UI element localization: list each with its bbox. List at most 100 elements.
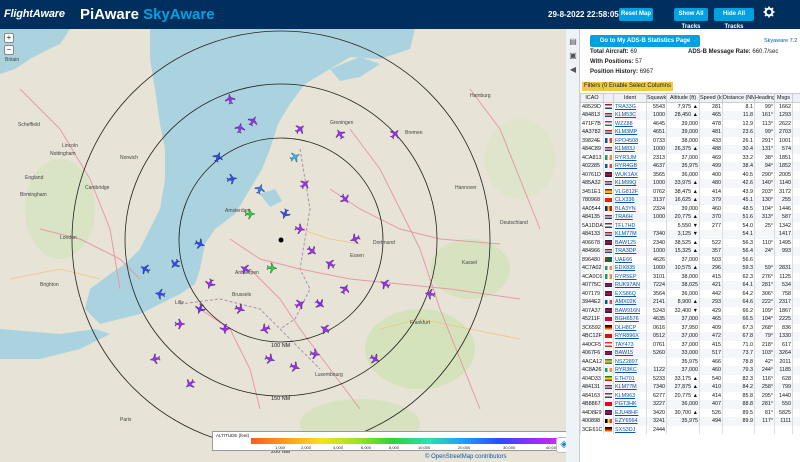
sidebar-toolbar: ▤ ▣ ◀ <box>566 29 580 462</box>
aircraft-row[interactable]: 4A3782 KLM3MP 4651 39,000 481 23.6 99° 2703 <box>580 128 800 137</box>
fullscreen-icon[interactable]: ▣ <box>568 51 578 61</box>
column-header[interactable]: ICAO <box>580 93 604 103</box>
table-cell: 400 <box>699 170 723 179</box>
aircraft-row[interactable]: 4CA813 RYR3JM 2313 37,000 469 33.2 38° 1851 <box>580 153 800 162</box>
table-cell-overflow <box>792 179 800 188</box>
select-columns-tab[interactable]: Select Columns <box>627 82 674 91</box>
aircraft-row[interactable]: 440CF5 TAY473 0761 37,000 415 71.0 218° 617 <box>580 340 800 349</box>
version-link[interactable]: Skyaware 7.2 <box>764 38 797 44</box>
show-all-tracks-button[interactable]: Show All Tracks <box>674 8 708 30</box>
table-cell: 3227 <box>646 400 667 409</box>
aircraft-row[interactable]: 407179 EXS86Q 3564 36,000 442 64.2 306° 758 <box>580 289 800 298</box>
table-cell: 35,975 <box>666 417 700 426</box>
attribution-link[interactable]: © OpenStreetMap contributors <box>425 454 506 460</box>
aircraft-row[interactable]: 3451E1 VLG812F 0762 38,475 ▲ 414 43.9 203° 3172 <box>580 187 800 196</box>
flag-icon <box>605 104 612 109</box>
aircraft-row[interactable]: 484C89 KLM83J 1000 26,375 ▲ 488 30.4 131° 574 <box>580 145 800 154</box>
aircraft-row[interactable]: 4C8A26 RYR3KC 1122 37,000 460 79.3 244° 1185 <box>580 366 800 375</box>
column-header[interactable]: Speed (kt) <box>699 93 723 103</box>
aircraft-row[interactable]: 4A0544 BLA3YN 2324 39,000 460 48.5 104° 1446 <box>580 204 800 213</box>
aircraft-row[interactable]: 40775C RUK97AN 7224 38,025 421 64.1 281° 534 <box>580 281 800 290</box>
table-cell: 39824E <box>580 136 604 145</box>
table-cell: 296 <box>699 264 723 273</box>
aircraft-row[interactable]: 484133 KLM77M 7340 3,125 ▼ 54.1 1417 <box>580 230 800 239</box>
stats-page-button[interactable]: Go to My ADS-B Statistics Page <box>590 35 700 47</box>
aircraft-row[interactable]: 406678 BAW125 2340 38,525 ▲ 522 56.3 110° 1495 <box>580 238 800 247</box>
table-cell: 116° <box>754 374 775 383</box>
table-cell: 1000 <box>646 247 667 256</box>
city-label: London <box>60 235 77 241</box>
zoom-out-button[interactable]: − <box>4 45 14 55</box>
table-header-row: ICAO Ident Squawk Altitude (ft) Speed (kt) Di… <box>580 93 800 103</box>
layers-icon[interactable]: ◈ <box>556 437 566 453</box>
aircraft-row[interactable]: 484135 TRA6H 1000 20,775 ▲ 370 51.6 313° 587 <box>580 213 800 222</box>
aircraft-row[interactable]: 407A37 BAW916N 5243 32,400 ▼ 429 66.2 109° 1867 <box>580 306 800 315</box>
aircraft-row[interactable]: 3944E2 AMX02K 2141 8,900 ▲ 293 64.6 222° 2317 <box>580 298 800 307</box>
gear-icon[interactable] <box>763 6 775 18</box>
aircraft-row[interactable]: 44D8E9 EJU48HF 3420 30,700 ▲ 526 89.5 81° 5825 <box>580 408 800 417</box>
column-header[interactable]: Distance (NM) <box>722 93 755 103</box>
aircraft-row[interactable]: 4C7A02 EDX835 1000 10,575 ▲ 296 59.3 59° 2831 <box>580 264 800 273</box>
map-canvas[interactable]: 100 NM 150 NM 200 NM Britain Scheffield … <box>0 29 566 462</box>
table-cell: 471F7B <box>580 119 604 128</box>
aircraft-row[interactable]: 896480 UAE66 4626 37,000 503 56.6 <box>580 255 800 264</box>
table-cell-overflow <box>792 111 800 120</box>
table-cell: 110° <box>754 238 775 247</box>
aircraft-row[interactable]: 471F7B WZZ88 4645 39,000 478 12.9 113° 2622 <box>580 119 800 128</box>
column-header[interactable]: Heading <box>754 93 775 103</box>
table-cell: 62.3 <box>722 272 755 281</box>
aircraft-row[interactable]: 484131 KLM77M 7340 27,875 ▲ 410 84.2 258° 799 <box>580 383 800 392</box>
map-attribution[interactable]: © OpenStreetMap contributors <box>425 454 506 460</box>
flag-icon <box>605 342 612 347</box>
hide-all-tracks-button[interactable]: Hide All Tracks <box>714 8 754 30</box>
table-cell: 313° <box>754 213 775 222</box>
ident-cell: CLX336 <box>613 196 647 205</box>
aircraft-row[interactable]: 4067F6 BAW15 5260 33,000 517 73.7 103° 3264 <box>580 349 800 358</box>
flightaware-logo[interactable]: FlightAware <box>4 8 65 20</box>
aircraft-row[interactable]: 484813 KLM53C 1000 28,450 ▲ 465 11.8 161° 1293 <box>580 111 800 120</box>
aircraft-row[interactable]: 4B8867 PGT3HK 3227 36,000 407 88.8 281° 550 <box>580 400 800 409</box>
aircraft-row[interactable]: 484966 TRA3DP 1000 15,325 ▲ 357 56.4 24° 993 <box>580 247 800 256</box>
aircraft-row[interactable]: 39824E FPO4508 0733 38,000 433 26.1 291° 1001 <box>580 136 800 145</box>
column-header[interactable]: Altitude (ft) <box>666 93 700 103</box>
aircraft-row[interactable]: 40761D WUK1AX 3565 36,000 400 40.5 290° 2005 <box>580 170 800 179</box>
aircraft-row[interactable]: 48529D TRA33G 5543 7,975 ▲ 281 8.1 99° 1662 <box>580 102 800 111</box>
aircraft-row[interactable]: 5A1DDA TFL7HD 5,550 ▼ 277 54.0 25° 1342 <box>580 221 800 230</box>
aircraft-row[interactable]: 400898 EZY6564 3241 35,975 494 89.9 117° 1111 <box>580 417 800 426</box>
table-cell: 20,775 ▲ <box>666 391 700 400</box>
zoom-in-button[interactable]: + <box>4 33 14 43</box>
ident-cell: KLM3MP <box>613 128 647 137</box>
table-cell: 484135 <box>580 213 604 222</box>
aircraft-row[interactable]: 45211F BGH6576 4635 37,000 465 66.5 104° 2225 <box>580 315 800 324</box>
table-cell: 26,375 ▲ <box>666 145 700 154</box>
city-label: Deutschland <box>500 220 528 226</box>
sidebar-toggle-icon[interactable]: ◀ <box>568 65 578 75</box>
table-cell: 587 <box>774 213 793 222</box>
aircraft-row[interactable]: 404D33 ETH701 5233 33,175 ▲ 540 82.3 116° 628 <box>580 374 800 383</box>
aircraft-row[interactable]: 4ACA12 NSZ2897 35,975 466 78.8 42° 2011 <box>580 357 800 366</box>
map-view[interactable]: 100 NM 150 NM 200 NM Britain Scheffield … <box>0 29 566 462</box>
aircraft-row[interactable]: 780968 CLX336 3137 16,625 ▲ 379 45.1 130° 255 <box>580 196 800 205</box>
aircraft-row[interactable]: 485A32 KLM99Q 1000 33,975 ▲ 480 42.6 140° 1140 <box>580 179 800 188</box>
column-header[interactable]: Ident <box>613 93 647 103</box>
aircraft-row[interactable]: 402285 RYR4GB 4637 35,975 499 38.4 94° 1852 <box>580 162 800 171</box>
aircraft-row[interactable]: 3CE61C SXS3DJ 2444 <box>580 425 800 434</box>
aircraft-row[interactable]: 484163 KLM963 6277 20,775 ▲ 414 85.8 295° 1440 <box>580 391 800 400</box>
zoom-controls: + − <box>4 33 14 57</box>
table-cell: 73.7 <box>722 349 755 358</box>
flag-icon <box>605 155 612 160</box>
table-cell: 1495 <box>774 238 793 247</box>
receiver-site-marker <box>278 237 284 243</box>
column-header[interactable] <box>603 93 614 103</box>
column-header[interactable]: Squawk <box>646 93 667 103</box>
table-cell: 526 <box>699 408 723 417</box>
table-cell: 39,000 <box>666 119 700 128</box>
aircraft-row[interactable]: 4BC12F RYR896X 0512 37,000 472 67.8 79° 1330 <box>580 332 800 341</box>
reset-map-button[interactable]: Reset Map <box>619 8 653 21</box>
table-cell: 4A3782 <box>580 128 604 137</box>
column-header[interactable]: Msgs <box>774 93 793 103</box>
map-toggle-icon[interactable]: ▤ <box>568 37 578 47</box>
table-cell: 117° <box>754 417 775 426</box>
aircraft-row[interactable]: 4CA0C6 RYR5EP 3101 38,000 415 62.3 276° 1125 <box>580 272 800 281</box>
aircraft-row[interactable]: 3C6592 DLH8CP 0616 37,950 409 67.3 268° 836 <box>580 323 800 332</box>
